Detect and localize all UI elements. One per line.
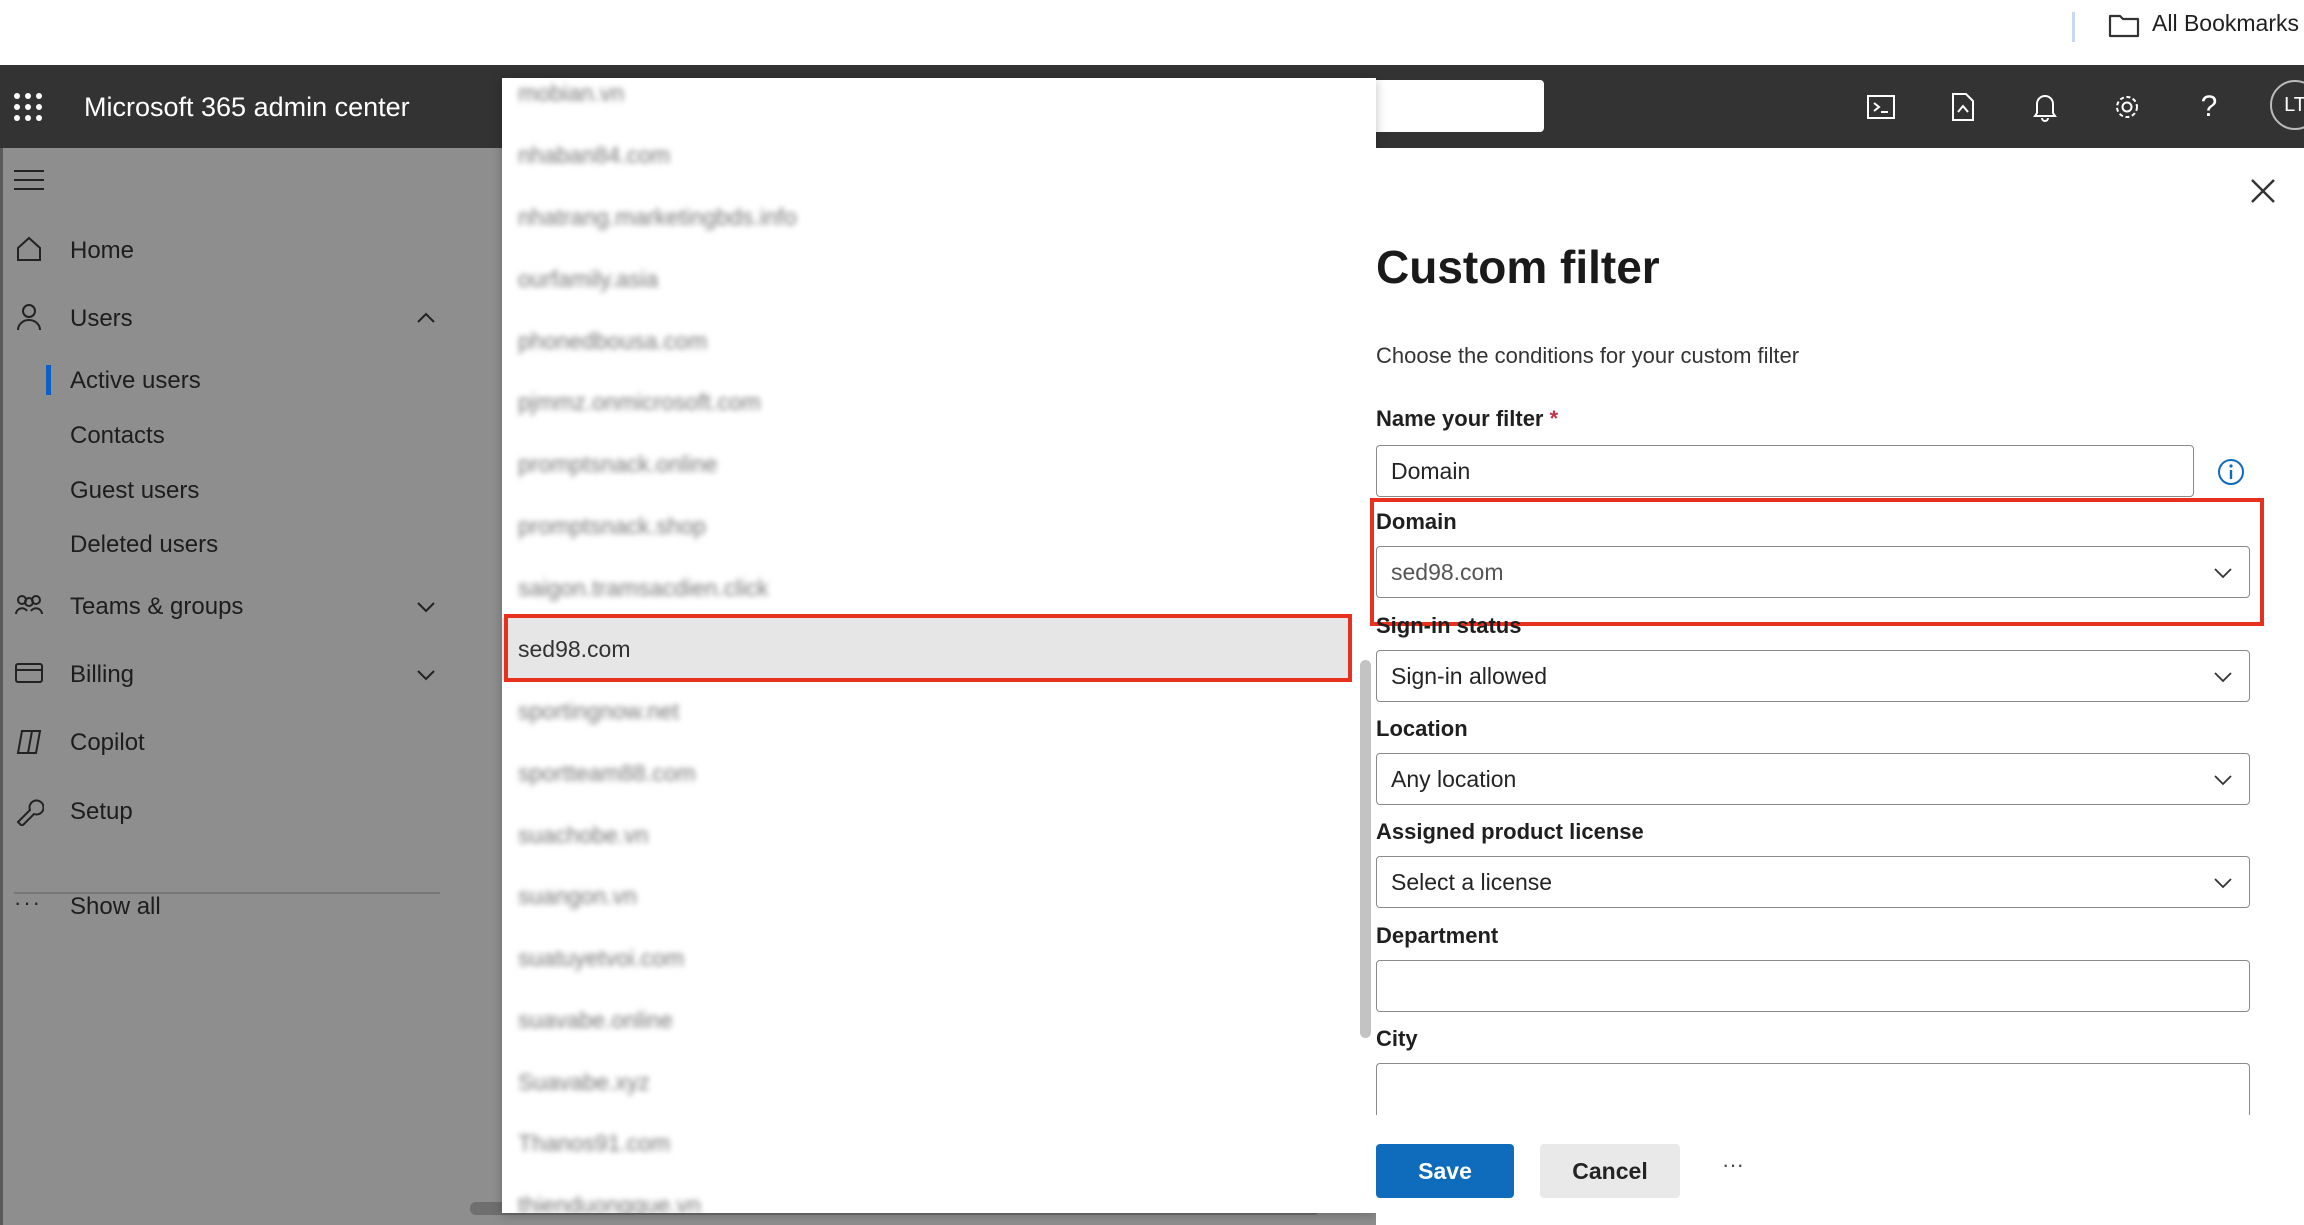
nav-show-all[interactable]: Show all xyxy=(70,893,161,921)
list-item[interactable]: Thanos91.com xyxy=(502,1112,1350,1174)
list-scrollbar-track[interactable] xyxy=(1354,78,1376,1213)
location-label: Location xyxy=(1376,716,1468,741)
more-icon: ··· xyxy=(14,890,42,915)
nav-contacts[interactable]: Contacts xyxy=(70,422,165,450)
list-item[interactable]: nhatrang.marketingbds.info xyxy=(502,186,1350,248)
chevron-down-icon[interactable] xyxy=(414,663,438,687)
nav-home[interactable]: Home xyxy=(70,237,134,265)
panel-title: Custom filter xyxy=(1376,241,1660,293)
nav-users[interactable]: Users xyxy=(70,305,133,333)
signin-status-label: Sign-in status xyxy=(1376,613,1522,638)
gear-icon[interactable] xyxy=(2108,88,2146,126)
list-item[interactable]: mobian.vn xyxy=(502,78,1350,124)
list-item[interactable]: promptsnack.shop xyxy=(502,495,1350,557)
close-icon[interactable] xyxy=(2248,176,2278,206)
department-label: Department xyxy=(1376,923,1499,948)
list-item[interactable]: pjmmz.onmicrosoft.com xyxy=(502,371,1350,433)
panel-description: Choose the conditions for your custom fi… xyxy=(1376,343,1800,368)
list-item[interactable]: sportingnow.net xyxy=(502,680,1350,742)
list-item[interactable]: ourfamily.asia xyxy=(502,248,1350,310)
location-select[interactable]: Any location xyxy=(1376,753,2250,805)
list-item[interactable]: nhaban84.com xyxy=(502,124,1350,186)
chevron-down-icon xyxy=(2214,672,2232,683)
chevron-up-icon[interactable] xyxy=(414,306,438,330)
app-launcher-icon[interactable] xyxy=(14,93,42,121)
list-item[interactable]: Suavabe.xyz xyxy=(502,1051,1350,1113)
active-indicator xyxy=(46,365,51,395)
bookmarks-separator xyxy=(2072,12,2075,42)
app-title[interactable]: Microsoft 365 admin center xyxy=(84,92,410,123)
highlight-box-list xyxy=(504,614,1352,682)
nav-deleted-users[interactable]: Deleted users xyxy=(70,531,218,559)
bell-icon[interactable] xyxy=(2026,88,2064,126)
search-box[interactable] xyxy=(1370,80,1544,132)
more-options-button[interactable]: ··· xyxy=(1722,1152,1744,1178)
save-button[interactable]: Save xyxy=(1376,1144,1514,1198)
folder-icon[interactable] xyxy=(2108,12,2140,38)
city-label: City xyxy=(1376,1026,1418,1051)
license-value: Select a license xyxy=(1391,868,1553,895)
list-item[interactable]: suavabe.online xyxy=(502,989,1350,1051)
copilot-icon xyxy=(16,730,42,754)
signin-status-value: Sign-in allowed xyxy=(1391,662,1547,689)
document-icon[interactable] xyxy=(1944,88,1982,126)
list-item[interactable]: promptsnack.online xyxy=(502,433,1350,495)
list-item[interactable]: suachobe.vn xyxy=(502,804,1350,866)
name-filter-label: Name your filter * xyxy=(1376,406,1559,431)
hamburger-icon[interactable] xyxy=(14,170,44,197)
list-item[interactable]: thienduongque.vn xyxy=(502,1174,1350,1214)
billing-icon xyxy=(15,663,43,683)
license-label: Assigned product license xyxy=(1376,819,1644,844)
user-icon xyxy=(17,304,41,331)
bookmarks-bar xyxy=(0,0,2304,65)
license-select[interactable]: Select a license xyxy=(1376,856,2250,908)
list-item[interactable]: phonedbousa.com xyxy=(502,310,1350,372)
chevron-down-icon xyxy=(2214,775,2232,786)
nav-billing[interactable]: Billing xyxy=(70,661,134,689)
list-item[interactable]: sportteam88.com xyxy=(502,742,1350,804)
list-item[interactable]: saigon.tramsacdien.click xyxy=(502,557,1350,619)
chevron-down-icon[interactable] xyxy=(414,595,438,619)
wrench-icon xyxy=(16,799,44,826)
list-scrollbar-thumb[interactable] xyxy=(1360,660,1371,1038)
signin-status-select[interactable]: Sign-in allowed xyxy=(1376,650,2250,702)
list-item[interactable]: suangon.vn xyxy=(502,865,1350,927)
nav-teams-groups[interactable]: Teams & groups xyxy=(70,593,243,621)
window-edge xyxy=(0,148,3,1225)
list-item[interactable]: suatuyetvoi.com xyxy=(502,927,1350,989)
terminal-icon[interactable] xyxy=(1862,88,1900,126)
location-value: Any location xyxy=(1391,765,1517,792)
info-icon[interactable] xyxy=(2216,457,2246,487)
left-nav: Home Users Active users Contacts Guest u… xyxy=(0,148,466,1225)
chevron-down-icon xyxy=(2214,878,2232,889)
nav-guest-users[interactable]: Guest users xyxy=(70,477,199,505)
nav-copilot[interactable]: Copilot xyxy=(70,729,145,757)
name-filter-input[interactable]: Domain xyxy=(1376,445,2194,497)
nav-active-users[interactable]: Active users xyxy=(70,367,201,395)
teams-icon xyxy=(15,595,43,615)
home-icon xyxy=(17,236,41,261)
help-icon[interactable]: ? xyxy=(2190,88,2228,126)
all-bookmarks-link[interactable]: All Bookmarks xyxy=(2152,10,2299,37)
highlight-box-domain xyxy=(1370,498,2264,626)
cancel-button[interactable]: Cancel xyxy=(1540,1144,1680,1198)
nav-setup[interactable]: Setup xyxy=(70,798,133,826)
department-input[interactable] xyxy=(1376,960,2250,1012)
city-input[interactable] xyxy=(1376,1063,2250,1115)
